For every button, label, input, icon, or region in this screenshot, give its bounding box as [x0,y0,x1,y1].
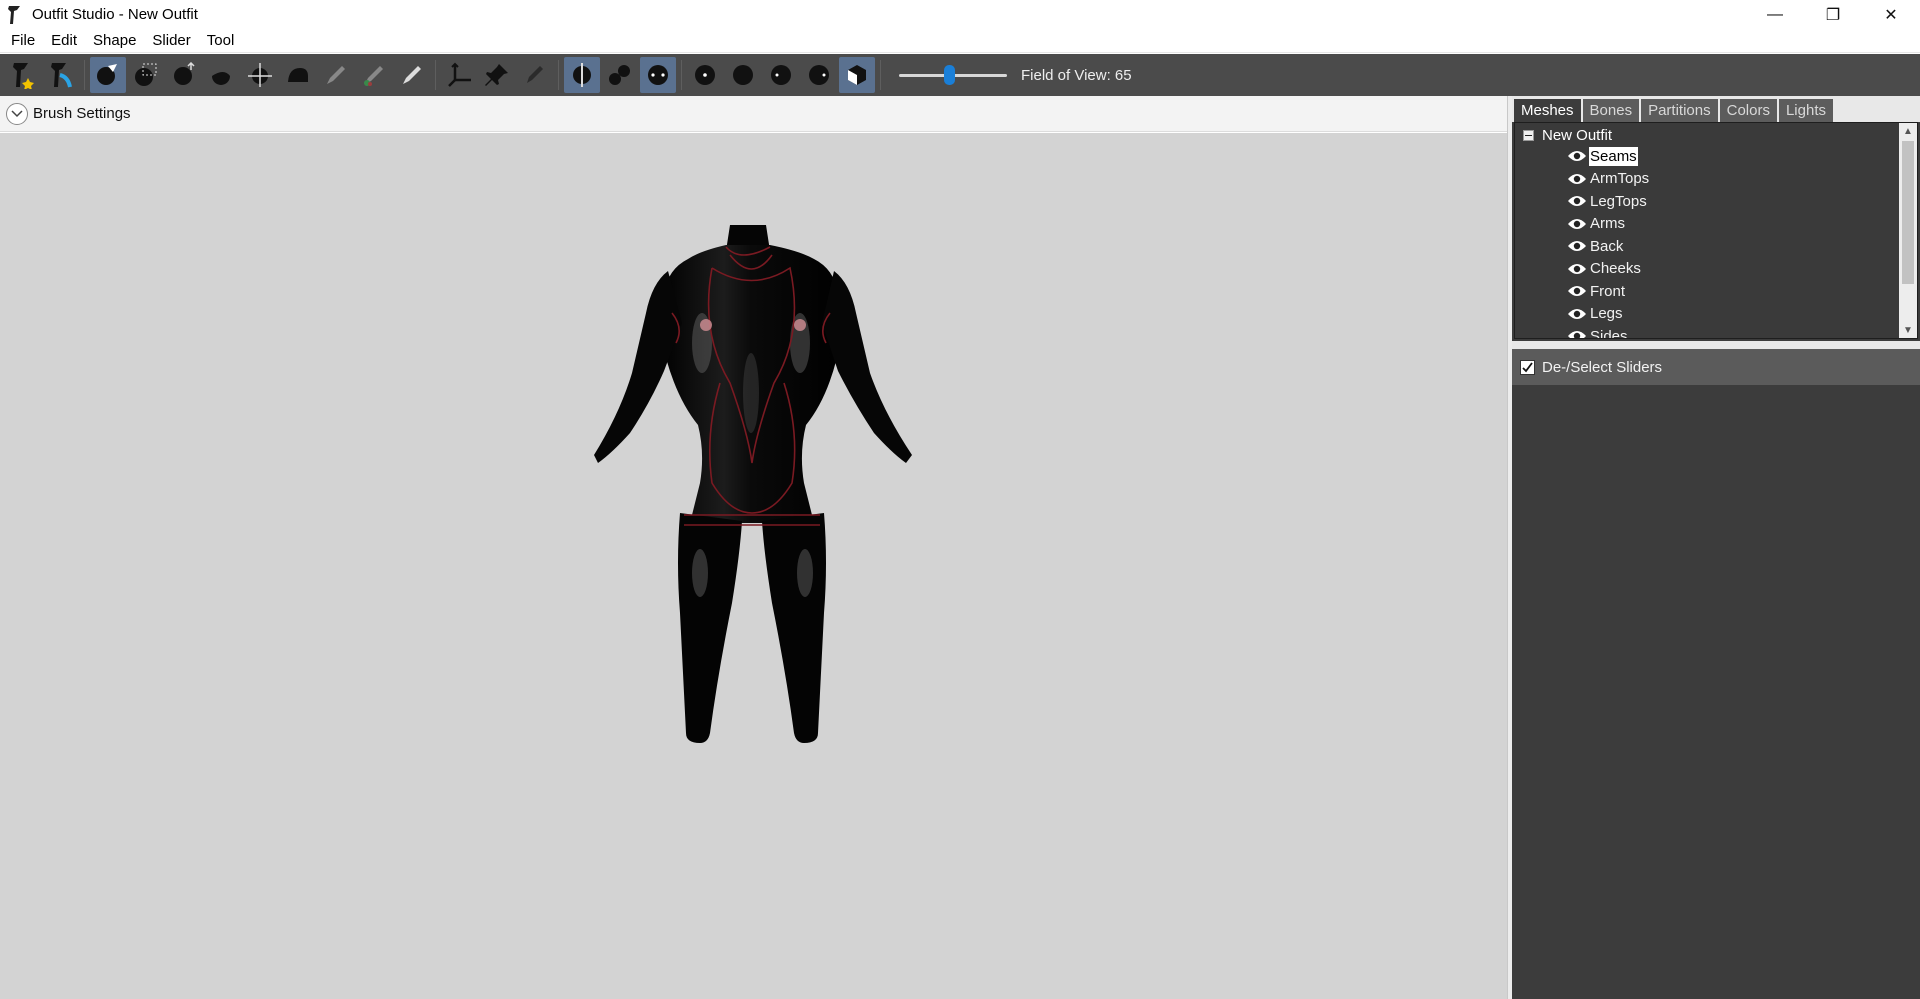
weight-paint-icon[interactable] [318,57,354,93]
smooth-brush-icon[interactable] [280,57,316,93]
window-title: Outfit Studio - New Outfit [32,6,198,23]
fov-label: Field of View: 65 [1021,66,1132,84]
mesh-item-label: Sides [1590,327,1628,339]
transform-tool-icon[interactable] [441,57,477,93]
menu-file[interactable]: File [3,29,43,53]
mirror-x-icon[interactable] [564,57,600,93]
deflate-brush-icon[interactable] [204,57,240,93]
mesh-item-label: Legs [1590,305,1623,323]
tab-meshes[interactable]: Meshes [1514,99,1581,122]
minimize-button[interactable]: — [1746,0,1804,29]
menu-edit[interactable]: Edit [43,29,85,53]
vertex-edit-icon[interactable] [517,57,553,93]
restore-button[interactable]: ❐ [1804,0,1862,29]
toolbar-separator [558,60,559,90]
eye-icon[interactable] [1567,284,1587,298]
panel-tabs: Meshes Bones Partitions Colors Lights [1512,96,1920,122]
wireframe-view-icon[interactable] [725,57,761,93]
toolbar-separator [681,60,682,90]
tree-root-label: New Outfit [1542,126,1613,144]
new-slider-icon[interactable] [5,57,41,93]
title-bar: Outfit Studio - New Outfit — ❐ ✕ [0,0,1920,29]
toolbar: Field of View: 65 [0,54,1920,96]
global-brush-icon[interactable] [640,57,676,93]
mesh-tree[interactable]: New Outfit Seams ArmTops LegTops Arms Back Ch… [1514,122,1918,339]
sliders-header: De-/Select Sliders [1512,349,1920,385]
toolbar-separator [880,60,881,90]
right-panel: Meshes Bones Partitions Colors Lights Ne… [1512,96,1920,999]
tree-scrollbar[interactable]: ▲ ▼ [1899,123,1917,338]
select-tool-icon[interactable] [90,57,126,93]
3d-viewport[interactable] [0,133,1507,999]
scrollbar-thumb[interactable] [1902,141,1914,284]
mesh-item[interactable]: Back [1567,235,1650,258]
mesh-item[interactable]: ArmTops [1567,168,1650,191]
texture-view-icon[interactable] [801,57,837,93]
mesh-item-label: Seams [1589,146,1638,166]
eye-icon[interactable] [1567,217,1587,231]
select-sliders-checkbox[interactable] [1520,359,1535,375]
collapse-icon[interactable] [1523,129,1534,141]
mesh-item-label: Back [1590,237,1624,255]
alpha-paint-icon[interactable] [394,57,430,93]
brush-settings-bar[interactable]: Brush Settings [0,96,1507,132]
toolbar-separator [435,60,436,90]
sliders-header-label: De-/Select Sliders [1542,358,1663,376]
mesh-list: Seams ArmTops LegTops Arms Back Cheeks Front Le… [1567,145,1650,339]
inflate-brush-icon[interactable] [166,57,202,93]
menu-shape[interactable]: Shape [85,29,144,53]
outfit-model [594,225,912,743]
tree-root-item[interactable]: New Outfit [1523,125,1612,145]
fov-slider-thumb[interactable] [943,65,955,85]
scroll-down-icon[interactable]: ▼ [1899,322,1917,338]
mesh-item-label: ArmTops [1590,170,1650,188]
chevron-down-icon[interactable] [6,102,28,125]
eye-icon[interactable] [1567,262,1587,276]
check-icon [1522,361,1533,372]
cube-view-icon[interactable] [839,57,875,93]
scroll-up-icon[interactable]: ▲ [1899,123,1917,139]
brush-settings-label: Brush Settings [33,105,131,122]
eye-icon[interactable] [1567,194,1587,208]
tab-lights[interactable]: Lights [1778,99,1833,122]
connected-only-icon[interactable] [602,57,638,93]
mesh-item[interactable]: Sides [1567,325,1650,339]
close-button[interactable]: ✕ [1862,0,1920,29]
eye-icon[interactable] [1567,172,1587,186]
pivot-tool-icon[interactable] [479,57,515,93]
eye-icon[interactable] [1567,239,1587,253]
tab-bones[interactable]: Bones [1582,99,1640,122]
toolbar-separator [84,60,85,90]
color-paint-icon[interactable] [356,57,392,93]
eye-icon[interactable] [1567,329,1587,339]
menu-tool[interactable]: Tool [199,29,243,53]
mesh-item[interactable]: Legs [1567,303,1650,326]
menu-slider[interactable]: Slider [144,29,198,53]
mesh-item[interactable]: Cheeks [1567,258,1650,281]
mesh-item[interactable]: LegTops [1567,190,1650,213]
move-brush-icon[interactable] [242,57,278,93]
eye-icon[interactable] [1567,149,1587,163]
app-icon [8,5,20,24]
mesh-item[interactable]: Front [1567,280,1650,303]
mesh-item-label: LegTops [1590,192,1647,210]
sliders-list [1512,385,1920,999]
points-view-icon[interactable] [687,57,723,93]
fov-slider[interactable] [899,63,1007,87]
slider-edit-icon[interactable] [43,57,79,93]
mesh-item[interactable]: Arms [1567,213,1650,236]
eye-icon[interactable] [1567,307,1587,321]
lighting-view-icon[interactable] [763,57,799,93]
tab-colors[interactable]: Colors [1719,99,1777,122]
mesh-item-label: Front [1590,282,1626,300]
panel-divider [1512,341,1920,349]
bodysuit-model [594,225,912,743]
mesh-item-label: Arms [1590,215,1625,233]
mesh-item[interactable]: Seams [1567,145,1650,168]
mesh-item-label: Cheeks [1590,260,1641,278]
menu-bar: File Edit Shape Slider Tool [0,29,1920,53]
mask-tool-icon[interactable] [128,57,164,93]
tab-partitions[interactable]: Partitions [1641,99,1718,122]
